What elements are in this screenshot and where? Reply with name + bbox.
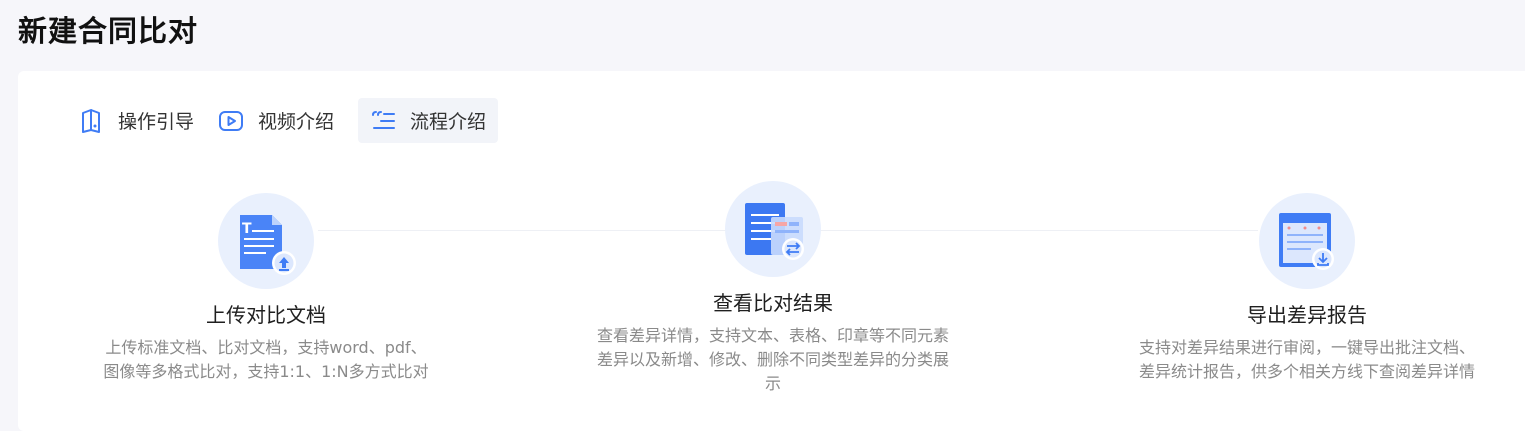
page-title: 新建合同比对 [18,14,199,48]
upload-document-icon: T [240,215,296,275]
step-icon-circle [725,181,821,277]
play-video-icon [218,108,244,134]
tab-process-intro[interactable]: 流程介绍 [358,98,499,143]
step-description: 查看差异详情，支持文本、表格、印章等不同元素 差异以及新增、修改、删除不同类型差… [596,326,949,393]
tab-video-intro[interactable]: 视频介绍 [218,98,346,143]
step-title: 导出差异报告 [1247,303,1367,327]
export-report-icon [1279,213,1334,270]
step-icon-circle: T [218,193,314,289]
compare-result-icon [745,203,804,260]
intro-tabs: 操作引导 视频介绍 流程介绍 [78,98,510,143]
step-title: 上传对比文档 [206,303,326,327]
tab-label: 操作引导 [118,111,195,133]
step-icon-circle [1259,193,1355,289]
step-title: 查看比对结果 [713,291,833,315]
tab-operation-guide[interactable]: 操作引导 [78,98,206,143]
step-description: 上传标准文档、比对文档，支持word、pdf、 图像等多格式比对，支持1:1、1… [103,338,429,381]
process-card: 操作引导 视频介绍 流程介绍 T 上传对比文档 上传标准文档、比对文档，支持wo… [18,71,1525,431]
process-step-view-result: 查看比对结果 查看差异详情，支持文本、表格、印章等不同元素 差异以及新增、修改、… [578,181,968,396]
guide-icon [78,108,104,134]
tab-label: 视频介绍 [258,111,335,133]
process-step-upload: T 上传对比文档 上传标准文档、比对文档，支持word、pdf、 图像等多格式比… [80,193,452,384]
process-step-export-report: 导出差异报告 支持对差异结果进行审阅，一键导出批注文档、 差异统计报告，供多个相… [1111,193,1503,384]
tab-label: 流程介绍 [410,111,487,133]
svg-text:T: T [242,221,252,237]
process-list-icon [370,108,396,134]
step-description: 支持对差异结果进行审阅，一键导出批注文档、 差异统计报告，供多个相关方线下查阅差… [1138,338,1475,381]
